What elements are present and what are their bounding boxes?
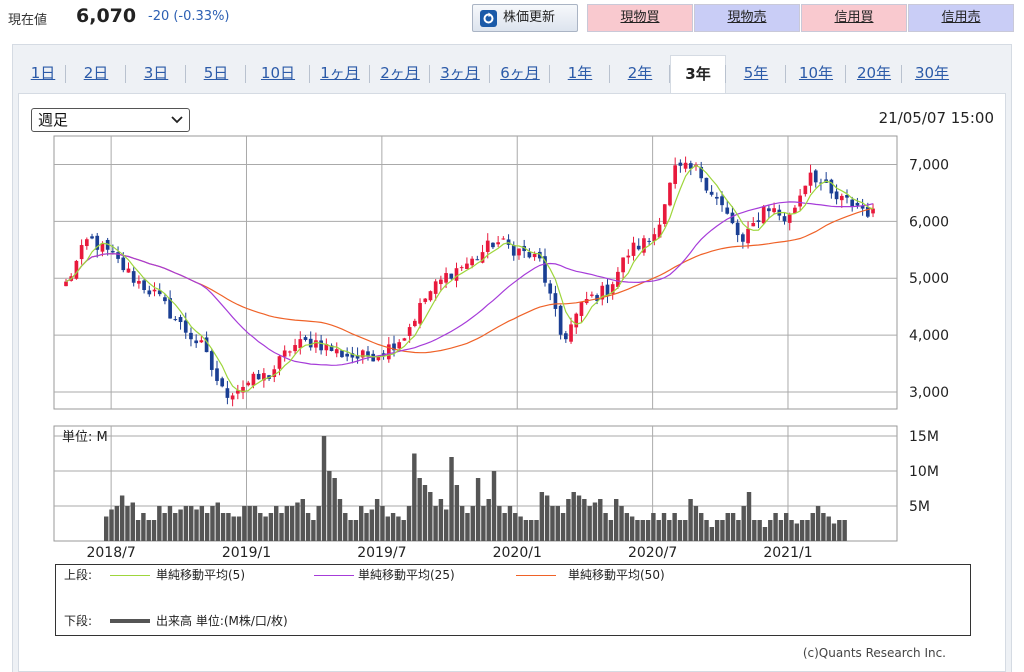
- tab-2[interactable]: 3日: [126, 55, 186, 91]
- price-value: 6,070: [76, 5, 137, 27]
- legend: 上段: 単純移動平均(5) 単純移動平均(25) 単純移動平均(50) 下段: …: [55, 564, 971, 636]
- refresh-price-button[interactable]: 株価更新: [472, 4, 578, 32]
- legend-ma5-swatch: [110, 575, 150, 576]
- spot-buy-button[interactable]: 現物買: [587, 4, 693, 32]
- tab-11[interactable]: 3年: [670, 55, 726, 94]
- refresh-label: 株価更新: [503, 10, 556, 25]
- timestamp: 21/05/07 15:00: [878, 109, 994, 127]
- tab-8[interactable]: 6ヶ月: [490, 55, 550, 91]
- tab-1[interactable]: 2日: [66, 55, 126, 91]
- tab-3[interactable]: 5日: [186, 55, 246, 91]
- legend-ma50-label: 単純移動平均(50): [568, 568, 665, 582]
- tab-9[interactable]: 1年: [550, 55, 610, 91]
- tab-6[interactable]: 2ヶ月: [370, 55, 430, 91]
- refresh-icon: [480, 10, 497, 27]
- legend-ma5-label: 単純移動平均(5): [156, 568, 245, 582]
- copyright: (c)Quants Research Inc.: [802, 646, 946, 660]
- legend-volume-label: 出来高 単位:(M株/口/枚): [156, 614, 288, 628]
- legend-upper-label: 上段:: [64, 568, 93, 582]
- legend-lower-label: 下段:: [64, 614, 93, 628]
- tab-4[interactable]: 10日: [246, 55, 310, 91]
- tab-0[interactable]: 1日: [20, 55, 66, 91]
- tab-7[interactable]: 3ヶ月: [430, 55, 490, 91]
- tab-14[interactable]: 20年: [846, 55, 902, 91]
- margin-buy-button[interactable]: 信用買: [801, 4, 907, 32]
- price-change: -20 (-0.33%): [148, 9, 230, 24]
- period-tabs: 1日 2日 3日 5日 10日 1ヶ月 2ヶ月 3ヶ月 6ヶ月 1年 2年 3年 5年 10年 20年 30年: [20, 55, 1000, 94]
- legend-ma50-swatch: [516, 575, 556, 576]
- legend-volume-swatch: [110, 619, 150, 623]
- quote-bar: 現在値 6,070 -20 (-0.33%) 株価更新 現物買 現物売 信用買 …: [0, 0, 1024, 38]
- margin-sell-button[interactable]: 信用売: [908, 4, 1014, 32]
- tab-13[interactable]: 10年: [786, 55, 846, 91]
- tab-10[interactable]: 2年: [610, 55, 670, 91]
- tab-12[interactable]: 5年: [726, 55, 786, 91]
- chevron-down-icon: [171, 116, 183, 124]
- tab-5[interactable]: 1ヶ月: [310, 55, 370, 91]
- interval-select[interactable]: 週足: [31, 108, 190, 132]
- price-label: 現在値: [8, 13, 48, 28]
- legend-ma25-label: 単純移動平均(25): [358, 568, 455, 582]
- tab-15[interactable]: 30年: [902, 55, 962, 91]
- spot-sell-button[interactable]: 現物売: [694, 4, 800, 32]
- interval-select-value: 週足: [38, 111, 69, 129]
- legend-ma25-swatch: [314, 575, 354, 576]
